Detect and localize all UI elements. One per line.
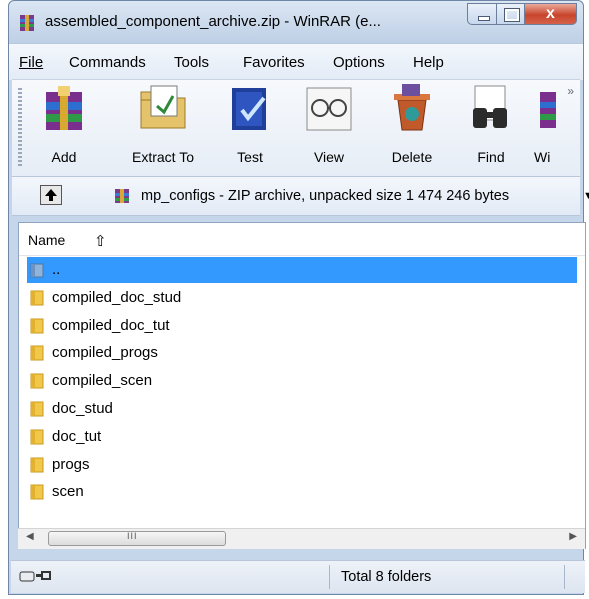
row-label: compiled_scen <box>52 372 153 390</box>
menu-tools[interactable]: Tools <box>174 54 209 71</box>
view-button[interactable]: View <box>300 84 358 168</box>
status-separator-right <box>564 565 565 589</box>
row-label: progs <box>52 455 90 473</box>
column-header-name[interactable]: Name <box>28 232 65 248</box>
wizard-button[interactable]: Wi <box>530 84 564 168</box>
scrollbar-thumb[interactable]: III <box>48 531 226 546</box>
row-label: compiled_progs <box>52 344 158 362</box>
row-label: scen <box>52 483 84 501</box>
status-separator <box>329 565 330 589</box>
menu-options[interactable]: Options <box>333 54 385 71</box>
scroll-left-icon[interactable]: ◀ <box>26 531 34 542</box>
toolbar-grip[interactable] <box>18 88 22 166</box>
menu-bar: File Commands Tools Favorites Options He… <box>9 43 583 80</box>
view-icon <box>306 87 352 131</box>
test-icon <box>232 88 266 130</box>
delete-icon <box>394 84 430 131</box>
sort-ascending-icon: ⇧ <box>94 233 107 250</box>
address-text: mp_configs - ZIP archive, unpacked size … <box>141 188 510 204</box>
folder-icon <box>30 318 44 334</box>
menu-file[interactable]: File <box>19 54 43 71</box>
folder-icon <box>30 345 44 361</box>
list-row[interactable]: doc_stud <box>27 396 577 422</box>
file-list: Name ⇧ .. compiled_doc_stud compiled_doc_t… <box>18 222 586 549</box>
row-label: compiled_doc_tut <box>52 316 170 334</box>
menu-help[interactable]: Help <box>413 54 444 71</box>
status-bar: Total 8 folders <box>11 560 585 593</box>
close-icon: x <box>546 5 555 22</box>
folder-icon <box>30 457 44 473</box>
folder-icon <box>30 373 44 389</box>
list-row-parent[interactable]: .. <box>27 257 577 283</box>
chevron-down-icon[interactable]: ▼ <box>583 190 589 202</box>
folder-icon <box>30 484 44 500</box>
menu-favorites[interactable]: Favorites <box>243 54 305 71</box>
close-button[interactable]: x <box>525 3 577 25</box>
row-label: doc_stud <box>52 400 113 417</box>
extract-to-button[interactable]: Extract To <box>118 84 208 168</box>
list-row[interactable]: compiled_doc_tut <box>27 313 577 339</box>
zip-archive-icon <box>115 189 129 203</box>
list-row[interactable]: compiled_progs <box>27 340 577 366</box>
maximize-button[interactable] <box>497 3 525 25</box>
list-header: Name ⇧ <box>19 223 585 256</box>
find-button[interactable]: Find <box>464 84 518 168</box>
row-label: compiled_doc_stud <box>52 288 182 306</box>
status-text: Total 8 folders <box>341 569 432 585</box>
add-archive-icon <box>46 86 82 130</box>
row-label: doc_tut <box>52 427 102 445</box>
wizard-icon <box>540 92 556 128</box>
title-bar[interactable]: assembled_component_archive.zip - WinRAR… <box>9 1 583 43</box>
menu-file-label: File <box>19 54 44 71</box>
delete-label: Delete <box>391 149 433 165</box>
horizontal-scrollbar[interactable]: ◀ III ▶ <box>18 528 585 549</box>
delete-button[interactable]: Delete <box>382 84 442 168</box>
test-label: Test <box>237 149 263 165</box>
row-label: .. <box>52 261 61 278</box>
menu-commands[interactable]: Commands <box>69 54 146 71</box>
toolbar-overflow-icon[interactable]: » <box>567 84 574 98</box>
window-title: assembled_component_archive.zip - WinRAR… <box>45 13 381 30</box>
drive-key-icon <box>19 571 51 582</box>
winrar-app-icon <box>20 15 34 31</box>
address-field[interactable]: mp_configs - ZIP archive, unpacked size … <box>108 183 589 209</box>
list-row[interactable]: progs <box>27 452 577 478</box>
test-button[interactable]: Test <box>224 84 276 168</box>
parent-folder-icon <box>30 263 44 278</box>
address-bar: mp_configs - ZIP archive, unpacked size … <box>12 177 589 216</box>
list-row[interactable]: compiled_scen <box>27 368 577 394</box>
scrollbar-grip: III <box>127 531 138 541</box>
list-row[interactable]: compiled_doc_stud <box>27 285 577 311</box>
list-row[interactable]: doc_tut <box>27 424 577 450</box>
up-folder-button[interactable] <box>40 185 62 205</box>
scroll-right-icon[interactable]: ▶ <box>569 531 577 542</box>
view-label: View <box>313 149 345 165</box>
find-icon <box>473 85 507 128</box>
toolbar: Add Extract To Test View Delete Find Wi … <box>12 79 580 177</box>
add-label: Add <box>51 149 77 165</box>
minimize-button[interactable] <box>467 3 497 25</box>
folder-icon <box>30 290 44 306</box>
find-label: Find <box>477 149 505 165</box>
wizard-label: Wi <box>534 149 551 165</box>
folder-icon <box>30 401 44 417</box>
extract-to-label: Extract To <box>132 149 194 165</box>
extract-to-icon <box>140 85 186 129</box>
folder-icon <box>30 429 44 445</box>
caption-buttons: x <box>467 3 577 29</box>
list-row[interactable]: scen <box>27 479 577 505</box>
up-arrow-icon <box>45 189 57 201</box>
add-button[interactable]: Add <box>34 84 94 168</box>
